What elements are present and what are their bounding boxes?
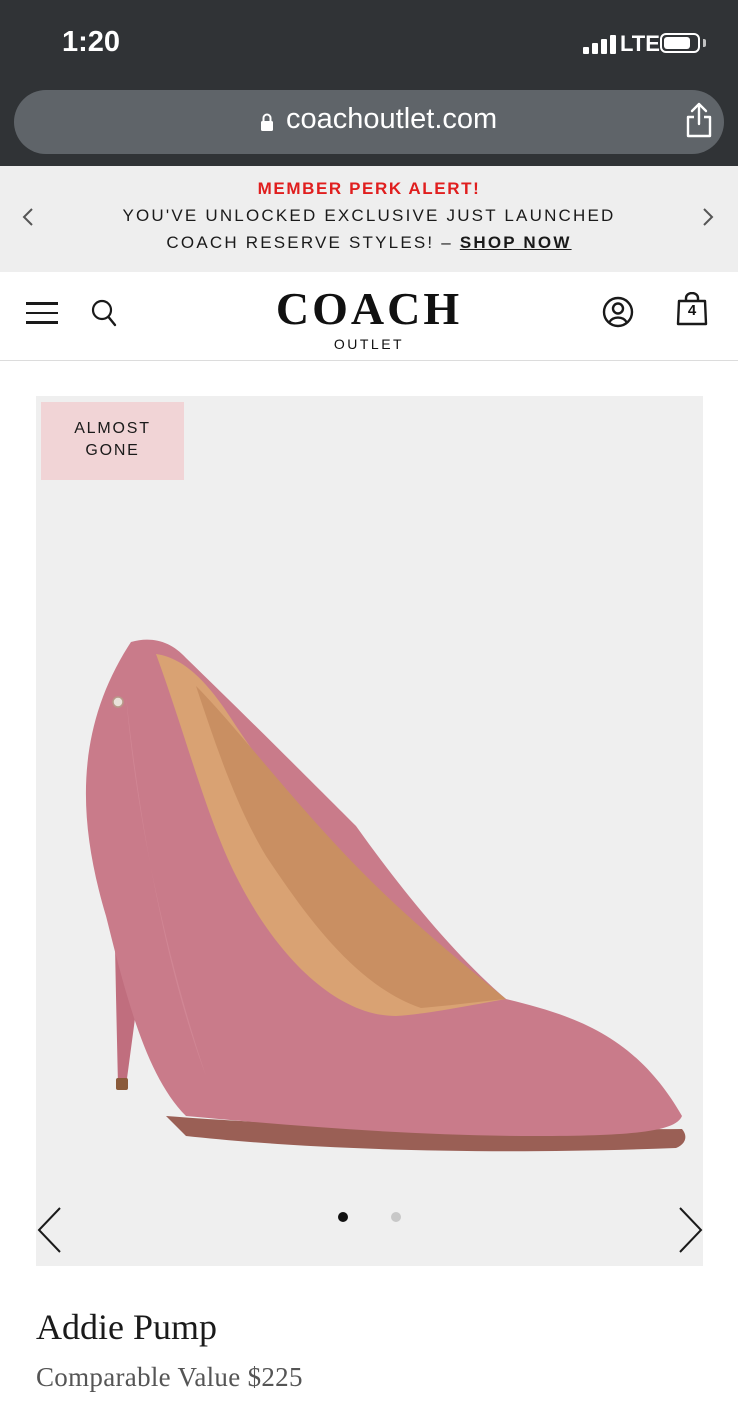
battery-icon xyxy=(660,33,700,53)
logo-subtitle: OUTLET xyxy=(333,336,405,352)
address-bar[interactable]: coachoutlet.com xyxy=(14,90,724,154)
promo-message-line1: YOU'VE UNLOCKED EXCLUSIVE JUST LAUNCHED xyxy=(122,206,616,225)
price-row: Comparable Value $225 xyxy=(36,1362,303,1393)
site-header: COACH OUTLET 4 xyxy=(0,272,738,361)
shopping-bag-icon[interactable]: 4 xyxy=(676,291,708,326)
browser-bar: coachoutlet.com xyxy=(0,90,738,166)
product-photo xyxy=(85,639,686,1152)
signal-icon xyxy=(583,34,619,54)
product-name: Addie Pump xyxy=(36,1307,218,1347)
badge-text: ALMOST GONE xyxy=(74,420,151,459)
chevron-right-icon[interactable] xyxy=(700,206,716,228)
shop-now-link[interactable]: SHOP NOW xyxy=(460,233,572,252)
product-image-carousel[interactable]: ALMOST GONE xyxy=(36,396,703,1266)
status-bar: 1:20 LTE xyxy=(0,0,738,90)
status-time: 1:20 xyxy=(62,26,121,58)
carousel-dot[interactable] xyxy=(391,1212,401,1222)
promo-alert: MEMBER PERK ALERT! xyxy=(257,179,481,198)
account-icon[interactable] xyxy=(602,296,634,328)
battery-cap xyxy=(703,39,706,47)
carousel-next-icon[interactable] xyxy=(676,1206,703,1254)
promo-message-line2: COACH RESERVE STYLES! – SHOP NOW xyxy=(0,233,738,253)
promo-banner: MEMBER PERK ALERT! YOU'VE UNLOCKED EXCLU… xyxy=(0,166,738,272)
carousel-dot-active[interactable] xyxy=(338,1212,348,1222)
share-icon[interactable] xyxy=(684,100,714,140)
lock-icon xyxy=(261,113,273,131)
network-label: LTE xyxy=(620,31,660,56)
bag-count: 4 xyxy=(687,302,697,319)
price-value: $225 xyxy=(247,1362,303,1392)
carousel-prev-icon[interactable] xyxy=(36,1206,66,1254)
price-label: Comparable Value xyxy=(36,1362,241,1392)
promo-message-text: COACH RESERVE STYLES! – xyxy=(166,233,460,252)
almost-gone-badge: ALMOST GONE xyxy=(41,402,184,480)
url-text: coachoutlet.com xyxy=(286,103,498,135)
